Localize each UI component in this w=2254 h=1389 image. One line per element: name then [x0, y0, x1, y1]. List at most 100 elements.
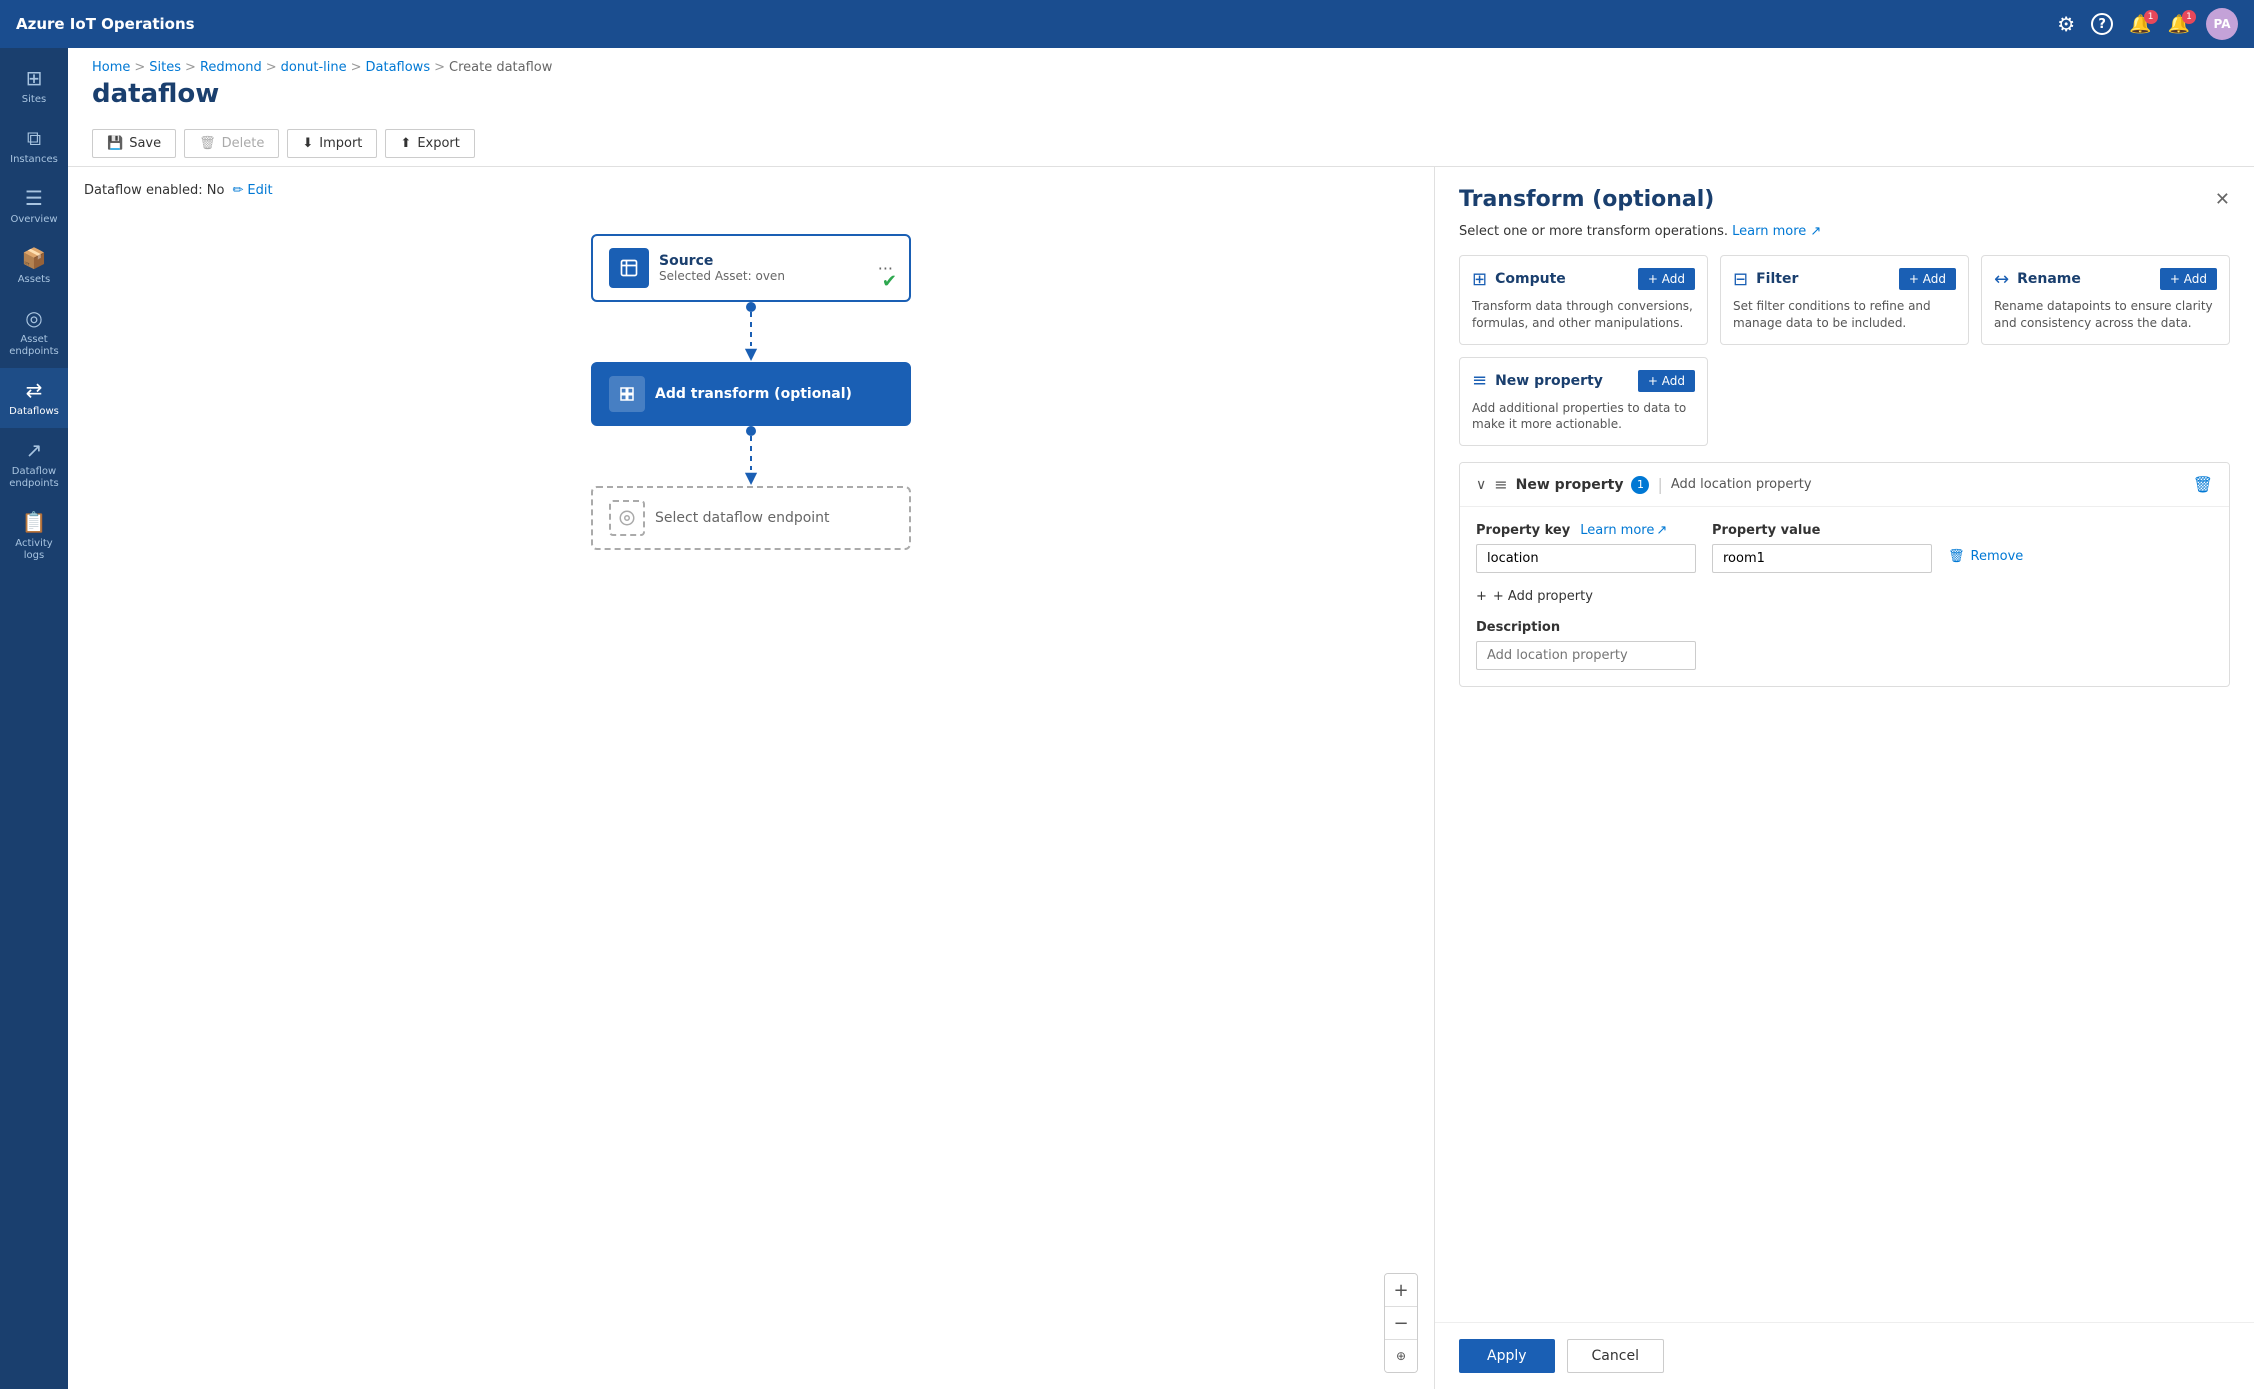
- zoom-fit-button[interactable]: ⊕: [1385, 1340, 1417, 1372]
- source-node[interactable]: Source Selected Asset: oven ··· ✔: [591, 234, 911, 302]
- delete-section-icon[interactable]: 🗑: [2193, 475, 2213, 494]
- delete-button[interactable]: 🗑 Delete: [184, 129, 279, 158]
- rename-icon: ↔: [1994, 269, 2009, 290]
- connector-2: ▼: [745, 426, 757, 486]
- connector-line-1: [750, 312, 752, 346]
- sidebar-item-dataflow-endpoints[interactable]: ↗ Dataflow endpoints: [0, 428, 68, 500]
- rename-card: ↔ Rename + Add Rename datapoints to ensu…: [1981, 255, 2230, 345]
- sidebar-label-asset-endpoints: Asset endpoints: [8, 334, 60, 358]
- settings-icon[interactable]: ⚙: [2057, 12, 2075, 36]
- edit-link[interactable]: ✏ Edit: [232, 183, 272, 198]
- source-sub: Selected Asset: oven: [659, 269, 868, 283]
- zoom-out-button[interactable]: −: [1385, 1307, 1417, 1339]
- transform-cards: ⊞ Compute + Add Transform data through c…: [1435, 255, 2254, 462]
- sidebar-item-instances[interactable]: ⧉ Instances: [0, 116, 68, 176]
- breadcrumb-home[interactable]: Home: [92, 60, 130, 75]
- dataflow-status-label: Dataflow enabled: No: [84, 183, 224, 198]
- breadcrumb-sites[interactable]: Sites: [149, 60, 181, 75]
- sidebar-label-sites: Sites: [22, 94, 46, 106]
- panel-description: Select one or more transform operations.…: [1435, 224, 2254, 255]
- zoom-in-button[interactable]: +: [1385, 1274, 1417, 1306]
- property-learn-more-link[interactable]: Learn more↗: [1580, 523, 1667, 538]
- flow-canvas: Dataflow enabled: No ✏ Edit: [68, 167, 1434, 1389]
- topnav: Azure IoT Operations ⚙ ? 🔔 1 🔔 1 PA: [0, 0, 2254, 48]
- apply-button[interactable]: Apply: [1459, 1339, 1555, 1373]
- endpoint-node[interactable]: Select dataflow endpoint: [591, 486, 911, 550]
- cancel-button[interactable]: Cancel: [1567, 1339, 1664, 1373]
- connector-line-2: [750, 436, 752, 470]
- panel-footer: Apply Cancel: [1435, 1322, 2254, 1389]
- breadcrumb-sep-3: >: [266, 60, 277, 75]
- sidebar-item-asset-endpoints[interactable]: ◎ Asset endpoints: [0, 296, 68, 368]
- save-button[interactable]: 💾 Save: [92, 129, 176, 158]
- transform-icon: [609, 376, 645, 412]
- sidebar-item-dataflows[interactable]: ⇄ Dataflows: [0, 368, 68, 428]
- panel-close-button[interactable]: ✕: [2215, 189, 2230, 210]
- new-property-icon: ≡: [1472, 370, 1487, 391]
- asset-endpoints-icon: ◎: [25, 306, 42, 330]
- property-value-input[interactable]: [1712, 544, 1932, 573]
- topnav-icons: ⚙ ? 🔔 1 🔔 1 PA: [2057, 8, 2238, 40]
- filter-add-button[interactable]: + Add: [1899, 268, 1956, 290]
- assets-icon: 📦: [22, 246, 47, 270]
- rename-add-button[interactable]: + Add: [2160, 268, 2217, 290]
- transform-title: Add transform (optional): [655, 386, 852, 402]
- sidebar-label-assets: Assets: [18, 274, 51, 286]
- add-location-text: Add location property: [1671, 477, 1812, 492]
- description-label: Description: [1476, 620, 2213, 635]
- connector-1: ▼: [745, 302, 757, 362]
- panel-header: Transform (optional) ✕: [1435, 167, 2254, 224]
- import-button[interactable]: ⬇ Import: [287, 129, 377, 158]
- sites-icon: ⊞: [26, 66, 43, 90]
- remove-icon: 🗑: [1948, 549, 1965, 564]
- sidebar-item-overview[interactable]: ☰ Overview: [0, 176, 68, 236]
- endpoint-title: Select dataflow endpoint: [655, 510, 830, 526]
- learn-more-link[interactable]: Learn more ↗: [1732, 224, 1821, 239]
- toolbar: 💾 Save 🗑 Delete ⬇ Import ⬆ Export: [68, 121, 2254, 167]
- zoom-controls: + − ⊕: [1384, 1273, 1418, 1373]
- breadcrumb-dataflows[interactable]: Dataflows: [366, 60, 431, 75]
- chevron-down-icon[interactable]: ∨: [1476, 477, 1486, 493]
- filter-card: ⊟ Filter + Add Set filter conditions to …: [1720, 255, 1969, 345]
- add-property-plus-icon: +: [1476, 589, 1487, 604]
- description-input[interactable]: [1476, 641, 1696, 670]
- connector-arrow-2: ▼: [745, 470, 757, 486]
- breadcrumb-redmond[interactable]: Redmond: [200, 60, 262, 75]
- export-button[interactable]: ⬆ Export: [385, 129, 474, 158]
- connector-dot-1: [746, 302, 756, 312]
- new-property-header: ∨ ≡ New property 1 | Add location proper…: [1460, 463, 2229, 507]
- sidebar-item-activity-logs[interactable]: 📋 Activity logs: [0, 500, 68, 572]
- notification2-badge: 1: [2182, 10, 2196, 24]
- help-icon[interactable]: ?: [2091, 13, 2113, 35]
- new-property-section: ∨ ≡ New property 1 | Add location proper…: [1459, 462, 2230, 687]
- import-icon: ⬇: [302, 136, 313, 151]
- property-form: Property key Learn more↗ Property value: [1460, 507, 2229, 686]
- breadcrumb-current: Create dataflow: [449, 60, 552, 75]
- instances-icon: ⧉: [27, 126, 41, 150]
- compute-add-button[interactable]: + Add: [1638, 268, 1695, 290]
- notification1-badge: 1: [2144, 10, 2158, 24]
- avatar[interactable]: PA: [2206, 8, 2238, 40]
- pipe-separator: |: [1657, 475, 1662, 494]
- export-icon: ⬆: [400, 136, 411, 151]
- transform-node[interactable]: Add transform (optional): [591, 362, 911, 426]
- remove-property-button[interactable]: 🗑 Remove: [1948, 549, 2023, 564]
- notification2-icon[interactable]: 🔔 1: [2168, 14, 2190, 35]
- new-property-add-button[interactable]: + Add: [1638, 370, 1695, 392]
- compute-card: ⊞ Compute + Add Transform data through c…: [1459, 255, 1708, 345]
- breadcrumb-sep-1: >: [134, 60, 145, 75]
- add-property-link[interactable]: + + Add property: [1476, 589, 2213, 604]
- sidebar-item-assets[interactable]: 📦 Assets: [0, 236, 68, 296]
- sidebar-label-overview: Overview: [10, 214, 57, 226]
- flow-container: Source Selected Asset: oven ··· ✔ ▼: [84, 214, 1418, 570]
- description-group: Description: [1476, 620, 2213, 670]
- activity-logs-icon: 📋: [22, 510, 47, 534]
- sidebar-item-sites[interactable]: ⊞ Sites: [0, 56, 68, 116]
- property-key-input[interactable]: [1476, 544, 1696, 573]
- sidebar-label-activity-logs: Activity logs: [8, 538, 60, 562]
- notification1-icon[interactable]: 🔔 1: [2129, 14, 2151, 35]
- panel-scroll-area[interactable]: ⊞ Compute + Add Transform data through c…: [1435, 255, 2254, 1322]
- canvas-wrapper: Dataflow enabled: No ✏ Edit: [68, 167, 2254, 1389]
- save-icon: 💾: [107, 136, 123, 151]
- breadcrumb-donut-line[interactable]: donut-line: [281, 60, 347, 75]
